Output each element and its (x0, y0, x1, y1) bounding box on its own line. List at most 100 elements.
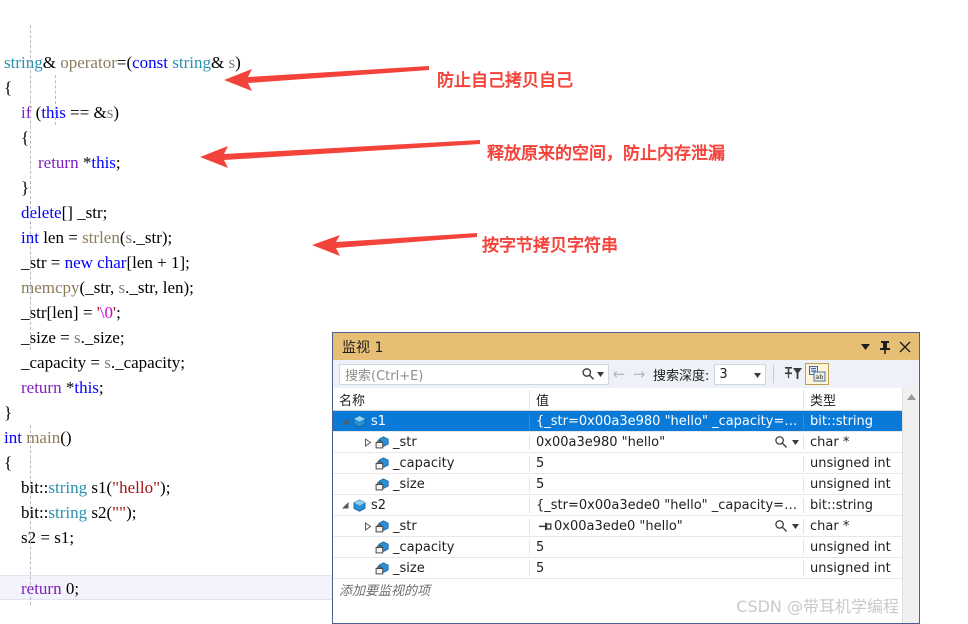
value-visualizer-icon[interactable] (770, 435, 792, 449)
watch-row-type-cell: unsigned int (803, 539, 903, 555)
watch-row-value: 5 (536, 476, 545, 492)
watch-row-name-cell[interactable]: _size (333, 477, 529, 492)
column-header-type[interactable]: 类型 (803, 389, 903, 409)
code-line[interactable]: { (0, 125, 968, 150)
watch-row-type-cell: unsigned int (803, 455, 903, 471)
watch-row-name-cell[interactable]: _str (333, 435, 529, 450)
add-watch-item-placeholder[interactable]: 添加要监视的项 (333, 580, 529, 599)
watch-row-value: 5 (536, 539, 545, 555)
watch-row-value-cell[interactable]: 5 (529, 539, 803, 555)
watch-row[interactable]: _capacity 5 unsigned int (333, 537, 919, 558)
watch-row-name: _str (393, 518, 417, 534)
code-token: return (21, 378, 62, 397)
watch-row[interactable]: s1 {_str=0x00a3e980 "hello" _capacity=5 _… (333, 411, 919, 432)
pinned-value-icon[interactable] (536, 521, 554, 532)
private-field-icon (373, 435, 390, 449)
watch-row-value-cell[interactable]: 0x00a3e980 "hello" (529, 434, 803, 450)
code-token: _capacity = (4, 353, 105, 372)
value-visualizer-icon[interactable] (770, 519, 792, 533)
code-line[interactable]: return *this; (0, 150, 968, 175)
watch-row-value-cell[interactable]: {_str=0x00a3e980 "hello" _capacity=5 _..… (529, 413, 803, 429)
watch-row-name-cell[interactable]: s1 (333, 414, 529, 429)
code-token: { (4, 453, 13, 472)
hex-display-icon[interactable]: ab (805, 363, 830, 385)
watch-titlebar[interactable]: 监视 1 (333, 333, 919, 360)
annot-self-assign: 防止自己拷贝自己 (437, 71, 573, 91)
nav-back-icon[interactable]: ← (609, 365, 629, 383)
nav-forward-icon[interactable]: → (629, 365, 649, 383)
close-window-icon[interactable] (895, 337, 915, 357)
watch-window[interactable]: 监视 1 搜索(Ctrl+E) ← → 搜索深度: 3 ab 名称 值 类型 s… (332, 332, 920, 624)
watch-row[interactable]: _str 0x00a3ede0 "hello" char * (333, 516, 919, 537)
code-token: * (78, 153, 92, 172)
watch-row-name-cell[interactable]: _size (333, 561, 529, 576)
watch-row-value-cell[interactable]: 5 (529, 455, 803, 471)
code-token: delete (21, 203, 62, 222)
code-line[interactable]: } (0, 175, 968, 200)
svg-text:ab: ab (815, 373, 823, 381)
expand-triangle-icon[interactable] (361, 437, 373, 447)
code-line[interactable]: _str[len] = '\0'; (0, 300, 968, 325)
watch-table-body[interactable]: s1 {_str=0x00a3e980 "hello" _capacity=5 _… (333, 411, 919, 579)
watch-row-name: _str (393, 434, 417, 450)
watch-row-name: _size (393, 560, 425, 576)
search-depth-value: 3 (719, 366, 728, 382)
code-token: return (21, 579, 62, 598)
collapse-triangle-icon[interactable] (339, 417, 351, 426)
column-header-value[interactable]: 值 (529, 389, 803, 409)
column-header-name[interactable]: 名称 (333, 390, 529, 409)
watch-row-name-cell[interactable]: _str (333, 519, 529, 534)
code-line[interactable]: memcpy(_str, s._str, len); (0, 275, 968, 300)
code-token: strlen (82, 228, 120, 247)
value-visualizer-caret-icon[interactable] (792, 439, 803, 445)
watch-row-value-cell[interactable]: 0x00a3ede0 "hello" (529, 518, 803, 534)
search-depth-select[interactable]: 3 (714, 363, 767, 385)
expand-triangle-icon[interactable] (361, 521, 373, 531)
chevron-down-icon[interactable] (754, 367, 762, 382)
watch-row[interactable]: _str 0x00a3e980 "hello" char * (333, 432, 919, 453)
watch-table[interactable]: 名称 值 类型 s1 {_str=0x00a3e980 "hello" _capa… (333, 388, 919, 623)
watch-row-value-cell[interactable]: 5 (529, 476, 803, 492)
search-options-caret-icon[interactable] (595, 371, 606, 377)
code-token: _str = (4, 253, 65, 272)
watch-window-title: 监视 1 (342, 339, 384, 356)
watch-table-scrollbar[interactable] (902, 388, 919, 623)
code-token: ) (113, 103, 120, 122)
code-token: this (91, 153, 116, 172)
watch-row-value-cell[interactable]: 5 (529, 560, 803, 576)
scroll-up-icon[interactable] (903, 388, 919, 405)
screenshot-root: string& operator=(const string& s){ if (… (0, 0, 968, 624)
watch-row[interactable]: _capacity 5 unsigned int (333, 453, 919, 474)
watch-row[interactable]: _size 5 unsigned int (333, 558, 919, 579)
arrow-self-assign (224, 66, 429, 91)
watch-row[interactable]: s2 {_str=0x00a3ede0 "hello" _capacity=5 _… (333, 495, 919, 516)
watch-row-name: _size (393, 476, 425, 492)
filter-pin-icon[interactable] (781, 363, 805, 385)
search-icon[interactable] (581, 367, 595, 381)
code-token: ._capacity; (110, 353, 185, 372)
value-visualizer-caret-icon[interactable] (792, 523, 803, 529)
watch-toolbar[interactable]: 搜索(Ctrl+E) ← → 搜索深度: 3 ab (333, 360, 919, 388)
watch-row-type: unsigned int (810, 560, 891, 576)
pin-window-icon[interactable] (875, 337, 895, 357)
watch-row-value-cell[interactable]: {_str=0x00a3ede0 "hello" _capacity=5 _..… (529, 497, 803, 513)
code-token: string (172, 53, 211, 72)
watch-row[interactable]: _size 5 unsigned int (333, 474, 919, 495)
private-field-icon (373, 540, 390, 554)
window-menu-dropdown-icon[interactable] (855, 337, 875, 357)
search-input[interactable]: 搜索(Ctrl+E) (339, 363, 609, 385)
watch-row-name-cell[interactable]: _capacity (333, 456, 529, 471)
code-line[interactable]: if (this == &s) (0, 100, 968, 125)
code-token: new (64, 253, 93, 272)
watch-row-name-cell[interactable]: _capacity (333, 540, 529, 555)
code-line[interactable]: delete[] _str; (0, 200, 968, 225)
watch-row-type: bit::string (810, 413, 874, 429)
code-line[interactable]: return 0; (0, 575, 332, 600)
collapse-triangle-icon[interactable] (339, 501, 351, 510)
watch-row-name-cell[interactable]: s2 (333, 498, 529, 513)
